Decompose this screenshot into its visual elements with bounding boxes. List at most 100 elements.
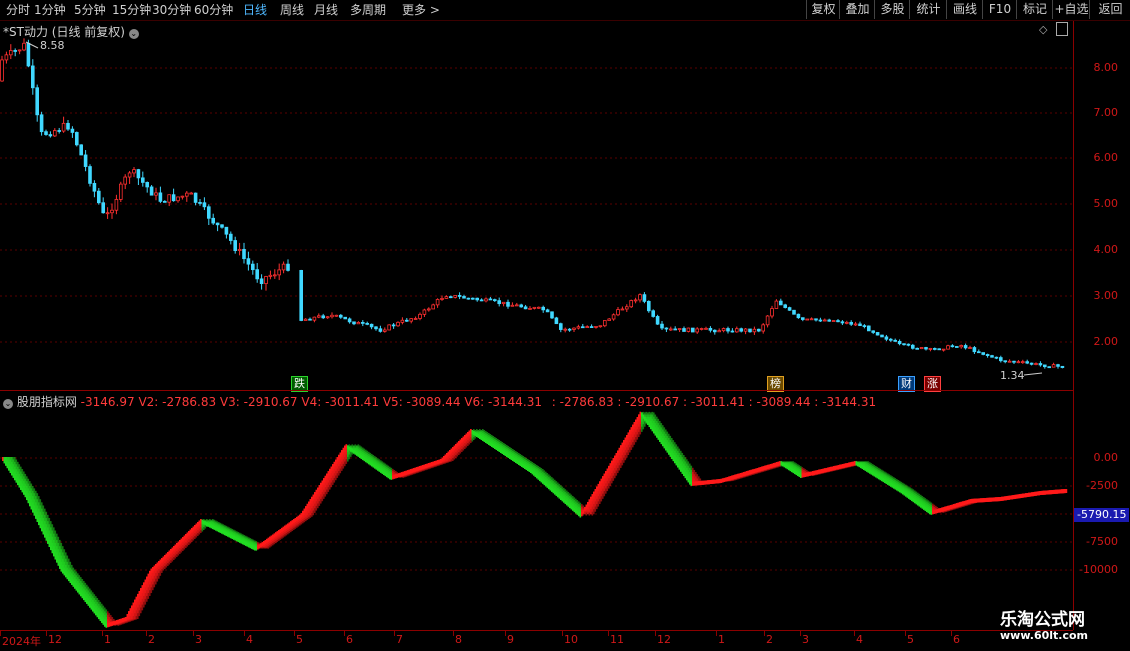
indicator-band xyxy=(491,435,493,445)
candle-body xyxy=(567,328,572,331)
indicator-band xyxy=(300,513,303,525)
settings-diamond-icon[interactable]: ◇ xyxy=(1039,23,1047,36)
indicator-band xyxy=(108,613,111,625)
indicator-band xyxy=(653,412,655,432)
indicator-band xyxy=(288,522,291,534)
candle-body xyxy=(1043,364,1047,368)
indicator-band xyxy=(81,579,84,597)
period-tab-9[interactable]: 多周期 xyxy=(350,1,386,19)
candle-body xyxy=(264,276,268,285)
candle-body xyxy=(880,334,884,338)
indicator-band xyxy=(581,504,583,515)
indicator-band xyxy=(471,430,474,442)
indicator-band xyxy=(999,497,1002,502)
indicator-band xyxy=(752,469,754,475)
indicator-band xyxy=(128,611,130,623)
indicator-band xyxy=(678,448,681,468)
indicator-band xyxy=(432,461,435,468)
period-tab-1[interactable]: 1分钟 xyxy=(34,1,66,19)
indicator-band xyxy=(884,471,886,482)
candle-body xyxy=(158,192,163,202)
indicator-toggle-icon[interactable]: ⌄ xyxy=(3,399,13,409)
toolbar-button-8[interactable]: 返回 xyxy=(1089,0,1130,19)
indicator-band xyxy=(534,464,537,476)
indicator-band xyxy=(617,450,619,474)
toolbar-button-1[interactable]: 叠加 xyxy=(839,0,875,19)
candle-body xyxy=(576,326,581,329)
indicator-band xyxy=(258,542,261,547)
indicator-panel[interactable]: ⌄ 股朋指标网 -3146.97 V2: -2786.83 V3: -2910.… xyxy=(0,391,1073,630)
indicator-band xyxy=(914,490,916,502)
indicator-band xyxy=(623,440,625,463)
toolbar-button-7[interactable]: +自选 xyxy=(1052,0,1090,19)
indicator-band xyxy=(702,480,705,485)
indicator-band xyxy=(1034,491,1036,496)
period-tab-7[interactable]: 周线 xyxy=(280,1,304,19)
indicator-band xyxy=(206,522,208,527)
period-tab-6[interactable]: 日线 xyxy=(243,1,267,19)
candle-body xyxy=(75,132,79,146)
indicator-band xyxy=(1032,492,1035,497)
indicator-band xyxy=(906,485,909,496)
period-tab-4[interactable]: 30分钟 xyxy=(152,1,191,19)
candle-body xyxy=(136,169,141,179)
indicator-band xyxy=(741,472,744,479)
toolbar-button-2[interactable]: 多股 xyxy=(874,0,910,19)
indicator-tick-label: -2500 xyxy=(1086,479,1118,492)
indicator-band xyxy=(948,505,951,512)
toolbar-button-0[interactable]: 复权 xyxy=(806,0,840,19)
indicator-band xyxy=(213,519,216,528)
price-chart-panel[interactable]: 8.58 1.34 *ST动力 (日线 前复权) ⌄ ◇ 跌榜财涨 xyxy=(0,21,1073,392)
date-tick xyxy=(800,631,801,636)
indicator-band xyxy=(278,530,280,541)
candle-body xyxy=(1021,361,1025,364)
indicator-band xyxy=(717,479,720,484)
toolbar-button-4[interactable]: 画线 xyxy=(946,0,983,19)
period-tab-8[interactable]: 月线 xyxy=(314,1,338,19)
toolbar-button-6[interactable]: 标记 xyxy=(1016,0,1053,19)
indicator-band xyxy=(237,531,240,541)
indicator-band xyxy=(647,419,649,424)
candle-body xyxy=(523,306,528,310)
candle-body xyxy=(554,317,559,325)
candle-body xyxy=(867,325,871,332)
indicator-chart[interactable] xyxy=(0,391,1073,630)
indicator-band xyxy=(27,478,30,502)
indicator-band xyxy=(813,470,816,476)
indicator-band xyxy=(614,455,616,479)
period-tab-10[interactable]: 更多 > xyxy=(402,1,440,19)
toolbar-button-5[interactable]: F10 xyxy=(982,0,1017,19)
indicator-band xyxy=(731,475,733,482)
indicator-band xyxy=(513,450,516,460)
period-tab-0[interactable]: 分时 xyxy=(6,1,30,19)
indicator-band xyxy=(359,445,361,456)
candle-body xyxy=(1047,366,1052,369)
period-tab-3[interactable]: 15分钟 xyxy=(112,1,151,19)
candle-body xyxy=(457,295,462,297)
expand-icon[interactable] xyxy=(1056,22,1068,36)
candle-body xyxy=(57,130,61,132)
candle-body xyxy=(1034,363,1038,365)
indicator-band xyxy=(1056,489,1059,494)
indicator-band xyxy=(1035,491,1038,496)
indicator-band xyxy=(864,461,867,469)
date-axis[interactable]: 2024年 12 1 2 3 4 5 6 7 8 9 10 11 12 1 2 3 4 5 6 xyxy=(0,630,1073,651)
period-tab-2[interactable]: 5分钟 xyxy=(74,1,106,19)
indicator-band xyxy=(950,505,952,511)
indicator-band xyxy=(554,479,556,493)
toolbar-button-3[interactable]: 统计 xyxy=(909,0,947,19)
indicator-band xyxy=(161,558,163,573)
candle-body xyxy=(669,328,673,331)
candle-body xyxy=(413,318,418,320)
price-chart[interactable]: 8.58 1.34 xyxy=(0,21,1073,390)
collapse-icon[interactable]: ⌄ xyxy=(128,29,139,39)
indicator-band xyxy=(633,422,636,445)
period-tab-5[interactable]: 60分钟 xyxy=(194,1,233,19)
indicator-band xyxy=(158,561,160,579)
indicator-band xyxy=(983,498,985,503)
indicator-band xyxy=(434,461,436,468)
indicator-band xyxy=(197,522,199,536)
indicator-band xyxy=(743,472,745,478)
indicator-band xyxy=(669,435,672,455)
indicator-band xyxy=(900,481,903,492)
